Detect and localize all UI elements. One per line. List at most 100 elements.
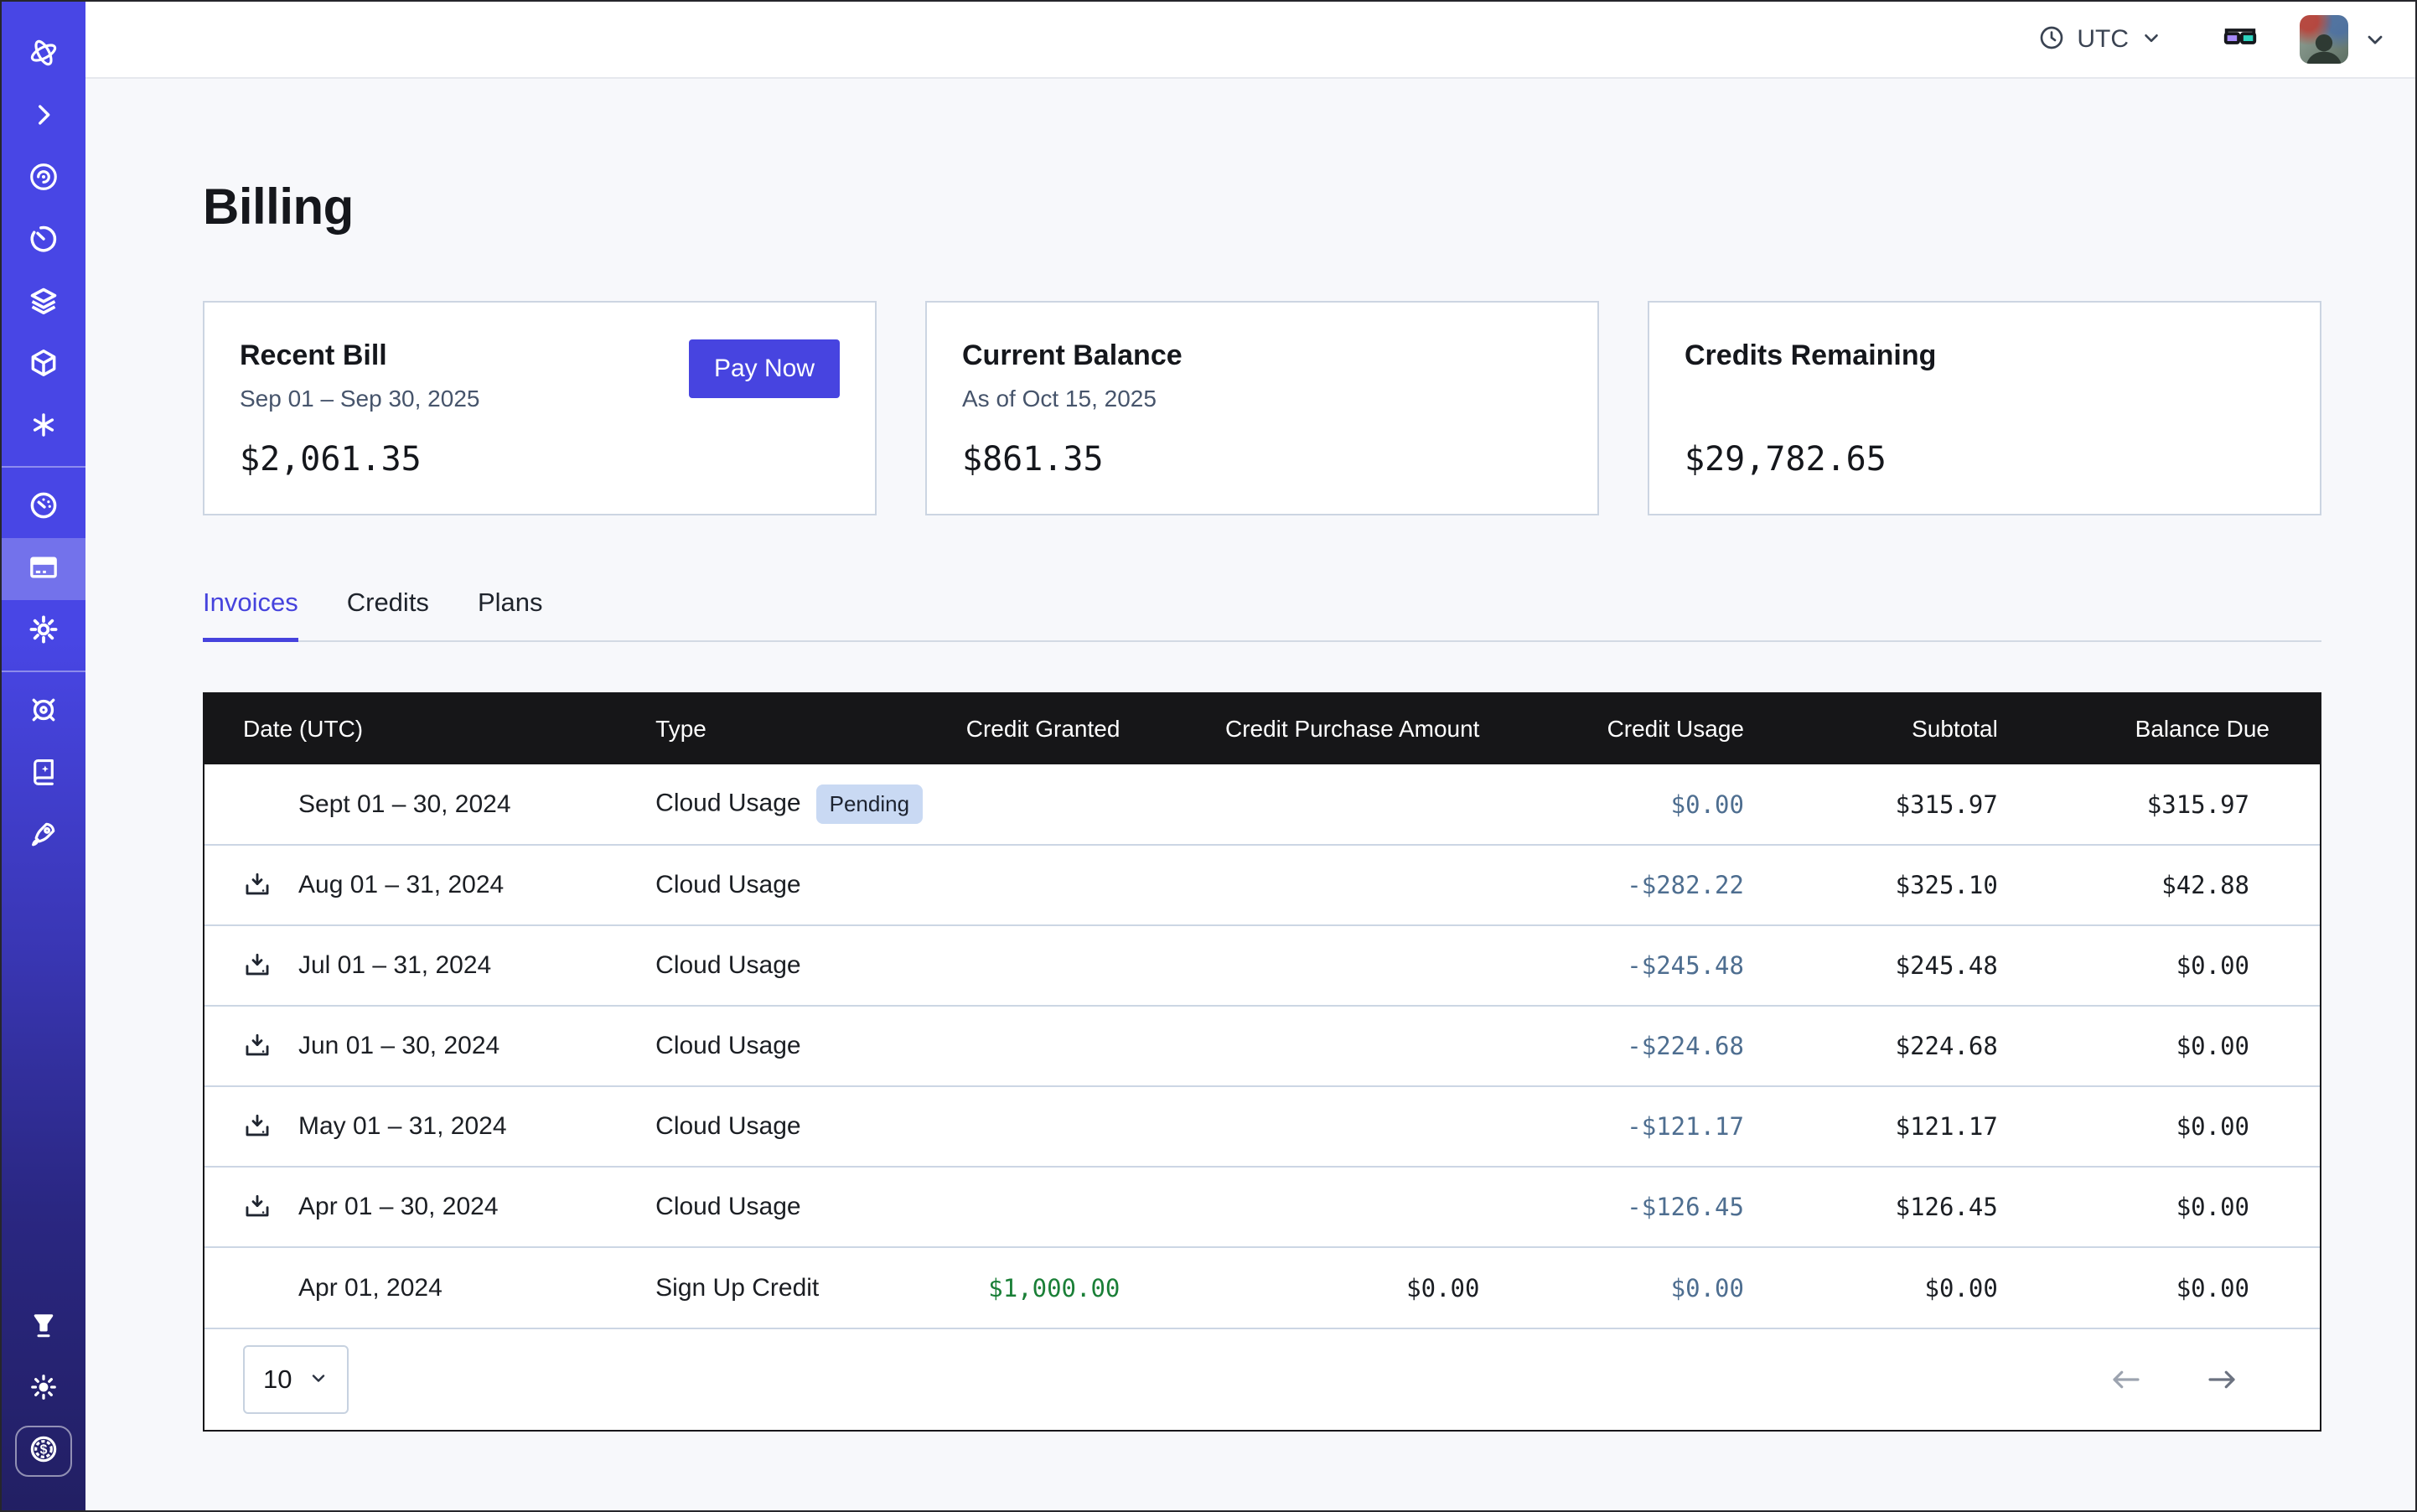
subtotal: $121.17 <box>1791 1086 2045 1167</box>
next-page-button[interactable] <box>2204 1362 2239 1397</box>
recent-bill-amount: $2,061.35 <box>240 440 422 479</box>
sidebar-item-observe[interactable] <box>2 148 85 210</box>
pay-now-button[interactable]: Pay Now <box>689 339 840 398</box>
page-size-select[interactable]: 10 <box>243 1345 349 1414</box>
card-title: Credits Remaining <box>1685 339 2285 372</box>
invoice-date: Aug 01 – 31, 2024 <box>298 871 504 899</box>
clock-icon <box>2038 24 2065 55</box>
sidebar-item-billing[interactable] <box>2 538 85 600</box>
invoice-type: Cloud Usage <box>655 789 800 816</box>
credits-remaining-card: Credits Remaining $29,782.65 <box>1648 301 2321 515</box>
col-credit-purchase: Credit Purchase Amount <box>1167 694 1526 764</box>
avatar[interactable] <box>2300 15 2348 64</box>
credit-purchase-amount <box>1167 925 1526 1006</box>
credit-purchase-amount <box>1167 1167 1526 1247</box>
timezone-selector[interactable]: UTC <box>2038 24 2162 55</box>
sidebar-item-layers[interactable] <box>2 272 85 334</box>
invoice-date: Sept 01 – 30, 2024 <box>298 790 511 819</box>
credit-usage: -$121.17 <box>1526 1086 1791 1167</box>
table-row: May 01 – 31, 2024 Cloud Usage -$121.17 $… <box>204 1086 2320 1167</box>
balance-as-of: As of Oct 15, 2025 <box>962 386 1562 412</box>
table-row: Aug 01 – 31, 2024 Cloud Usage -$282.22 $… <box>204 845 2320 925</box>
download-invoice-button[interactable] <box>243 871 272 899</box>
pagination <box>2109 1362 2239 1397</box>
page-title: Billing <box>203 178 2321 236</box>
credit-granted <box>934 925 1167 1006</box>
invoice-date: Jul 01 – 31, 2024 <box>298 951 491 980</box>
sidebar-divider <box>2 466 85 468</box>
download-invoice-button[interactable] <box>243 1032 272 1060</box>
book-sparkle-icon <box>28 756 60 792</box>
layers-icon <box>28 285 60 321</box>
topbar: UTC <box>85 2 2415 79</box>
orbit-logo-icon <box>28 37 60 73</box>
prev-page-button[interactable] <box>2109 1362 2144 1397</box>
sidebar-item-shell[interactable] <box>2 85 85 148</box>
glasses-toggle[interactable] <box>2221 18 2259 61</box>
chevron-down-icon <box>2140 27 2162 53</box>
subtotal: $325.10 <box>1791 845 2045 925</box>
invoice-type: Sign Up Credit <box>617 1247 934 1328</box>
credit-granted <box>934 764 1167 845</box>
balance-due: $0.00 <box>2045 1167 2320 1247</box>
gauge-icon <box>28 489 60 526</box>
download-invoice-button[interactable] <box>243 1193 272 1221</box>
sidebar-item-fleet[interactable] <box>2 681 85 743</box>
summary-cards: Recent Bill Sep 01 – Sep 30, 2025 $2,061… <box>203 301 2321 515</box>
invoices-table: Date (UTC) Type Credit Granted Credit Pu… <box>203 692 2321 1432</box>
table-row: Sept 01 – 30, 2024 Cloud UsagePending $0… <box>204 764 2320 845</box>
rocket-icon <box>28 818 60 854</box>
balance-due: $0.00 <box>2045 1006 2320 1086</box>
billing-tabs: Invoices Credits Plans <box>203 588 2321 642</box>
col-credit-usage: Credit Usage <box>1526 694 1791 764</box>
invoice-date: Apr 01, 2024 <box>298 1274 443 1302</box>
gear-icon <box>28 614 60 650</box>
sidebar-item-launch[interactable] <box>2 805 85 867</box>
credit-granted <box>934 845 1167 925</box>
sidebar-logo[interactable] <box>2 23 85 85</box>
credit-granted <box>934 1006 1167 1086</box>
sidebar-item-credits[interactable]: $ <box>2 1420 85 1482</box>
user-menu-chevron[interactable] <box>2363 28 2387 51</box>
credit-usage: -$245.48 <box>1526 925 1791 1006</box>
main-content: Billing Recent Bill Sep 01 – Sep 30, 202… <box>85 79 2415 1510</box>
invoice-date: May 01 – 31, 2024 <box>298 1112 507 1141</box>
sidebar-item-timer[interactable] <box>2 210 85 272</box>
page-size-value: 10 <box>263 1364 292 1395</box>
recent-bill-card: Recent Bill Sep 01 – Sep 30, 2025 $2,061… <box>203 301 877 515</box>
timer-icon <box>28 223 60 259</box>
sidebar-item-services[interactable] <box>2 396 85 458</box>
invoice-date: Jun 01 – 30, 2024 <box>298 1032 499 1060</box>
sidebar: $ <box>2 2 85 1510</box>
sun-icon <box>28 1372 59 1406</box>
balance-due: $315.97 <box>2045 764 2320 845</box>
sidebar-item-containers[interactable] <box>2 334 85 396</box>
sidebar-item-usage[interactable] <box>2 476 85 538</box>
credit-granted: $1,000.00 <box>934 1247 1167 1328</box>
current-balance-amount: $861.35 <box>962 440 1104 479</box>
spiral-eye-icon <box>28 161 60 197</box>
credit-granted <box>934 1086 1167 1167</box>
table-row: Jun 01 – 30, 2024 Cloud Usage -$224.68 $… <box>204 1006 2320 1086</box>
credit-usage: -$126.45 <box>1526 1167 1791 1247</box>
tab-credits[interactable]: Credits <box>347 588 429 640</box>
credit-usage: $0.00 <box>1526 1247 1791 1328</box>
tab-plans[interactable]: Plans <box>478 588 543 640</box>
sidebar-item-labs[interactable] <box>2 1296 85 1358</box>
chevron-down-icon <box>308 1364 329 1395</box>
table-row: Apr 01 – 30, 2024 Cloud Usage -$126.45 $… <box>204 1167 2320 1247</box>
credit-purchase-amount <box>1167 764 1526 845</box>
helm-icon <box>28 694 60 730</box>
download-invoice-button[interactable] <box>243 951 272 980</box>
sidebar-item-settings[interactable] <box>2 600 85 662</box>
table-row: Apr 01, 2024 Sign Up Credit $1,000.00 $0… <box>204 1247 2320 1328</box>
invoice-type: Cloud Usage <box>617 925 934 1006</box>
download-invoice-button[interactable] <box>243 1112 272 1141</box>
sidebar-item-theme[interactable] <box>2 1358 85 1420</box>
asterisk-icon <box>28 410 59 444</box>
tab-invoices[interactable]: Invoices <box>203 588 298 642</box>
balance-due: $0.00 <box>2045 925 2320 1006</box>
sidebar-item-docs[interactable] <box>2 743 85 805</box>
col-balance-due: Balance Due <box>2045 694 2320 764</box>
table-footer: 10 <box>204 1328 2320 1430</box>
